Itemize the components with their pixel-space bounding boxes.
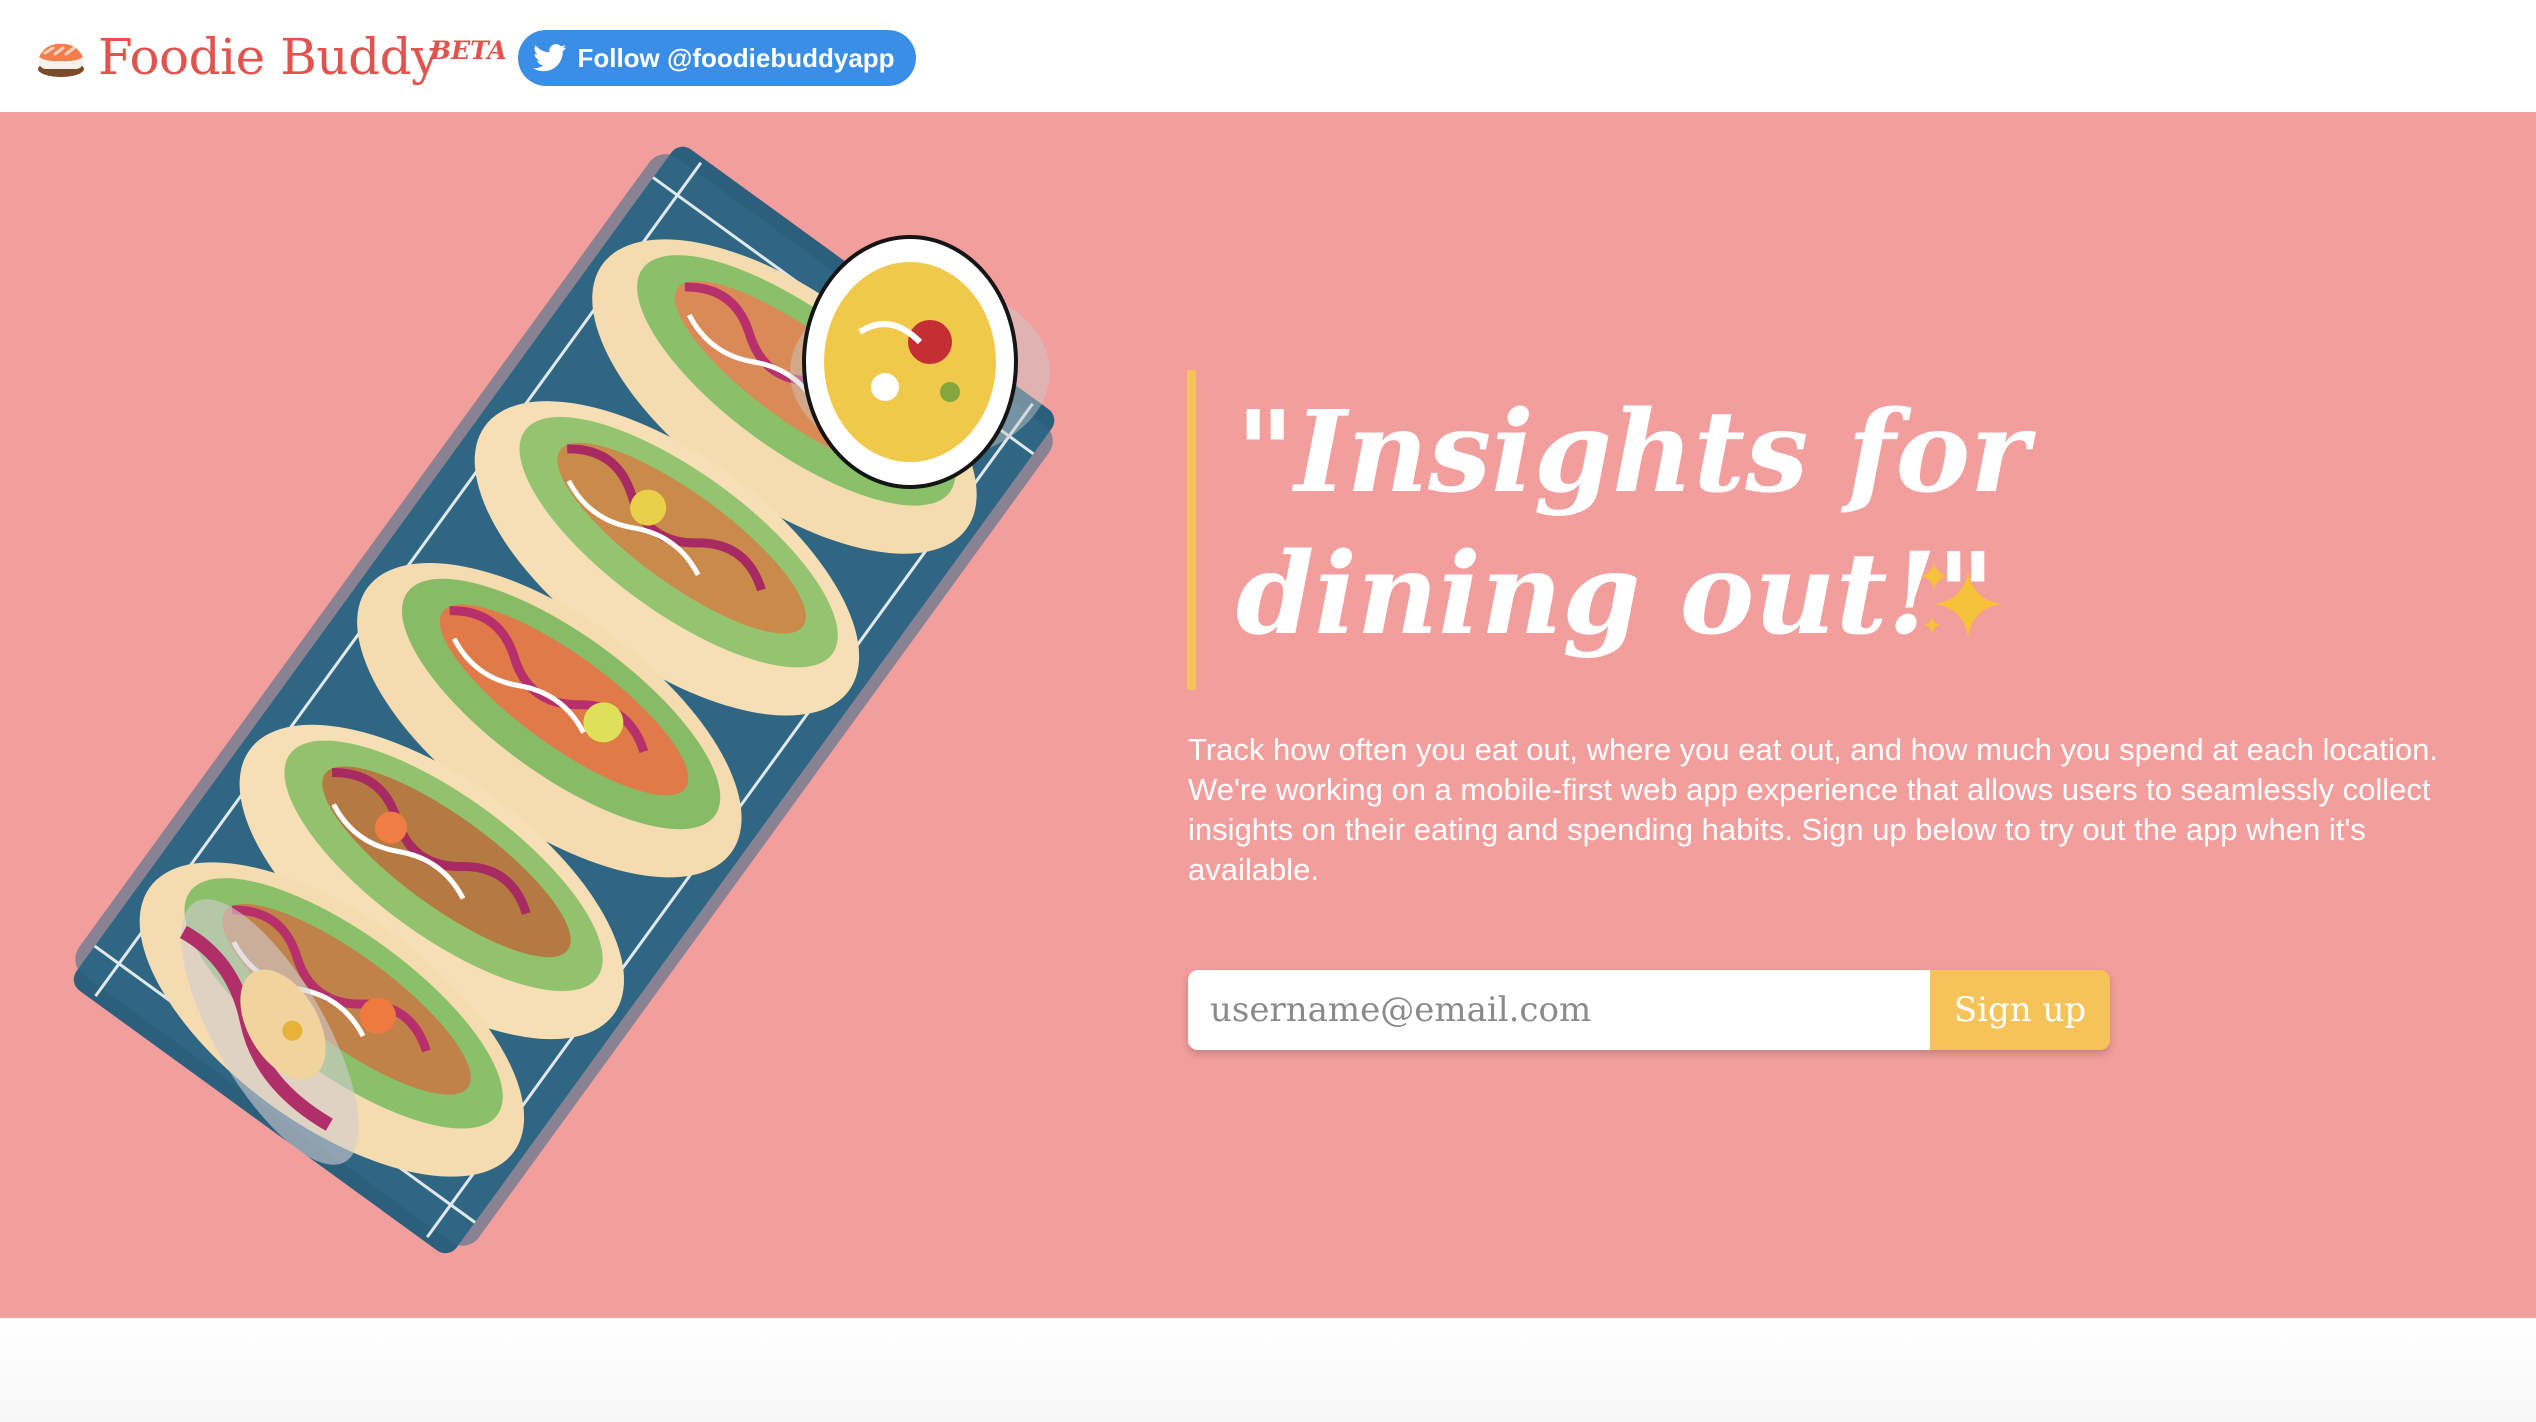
- sushi-icon: [38, 43, 84, 77]
- signup-form: Sign up: [1188, 970, 2110, 1050]
- site-header: Foodie Buddy BETA Follow @foodiebuddyapp: [0, 0, 2536, 112]
- hero-section: "Insights for dining out!" Track how oft…: [0, 112, 2536, 1318]
- quote-accent-bar: [1187, 370, 1196, 690]
- twitter-follow-button[interactable]: Follow @foodiebuddyapp: [518, 30, 916, 86]
- brand-name: Foodie Buddy: [98, 28, 439, 86]
- hero-description: Track how often you eat out, where you e…: [1188, 732, 2438, 887]
- signup-button[interactable]: Sign up: [1930, 970, 2110, 1050]
- beta-badge: BETA: [430, 36, 507, 65]
- email-input[interactable]: [1188, 970, 1930, 1050]
- site-logo[interactable]: Foodie Buddy: [36, 22, 439, 92]
- page-footer-area: [0, 1318, 2536, 1422]
- tacos-illustration: [73, 146, 1055, 1254]
- headline-line-1: "Insights for: [1236, 387, 2030, 518]
- headline-line-2: dining out!": [1236, 529, 1995, 660]
- twitter-icon: [533, 44, 567, 72]
- sparkles-icon: [1920, 562, 2002, 638]
- follow-label: Follow @foodiebuddyapp: [577, 42, 895, 73]
